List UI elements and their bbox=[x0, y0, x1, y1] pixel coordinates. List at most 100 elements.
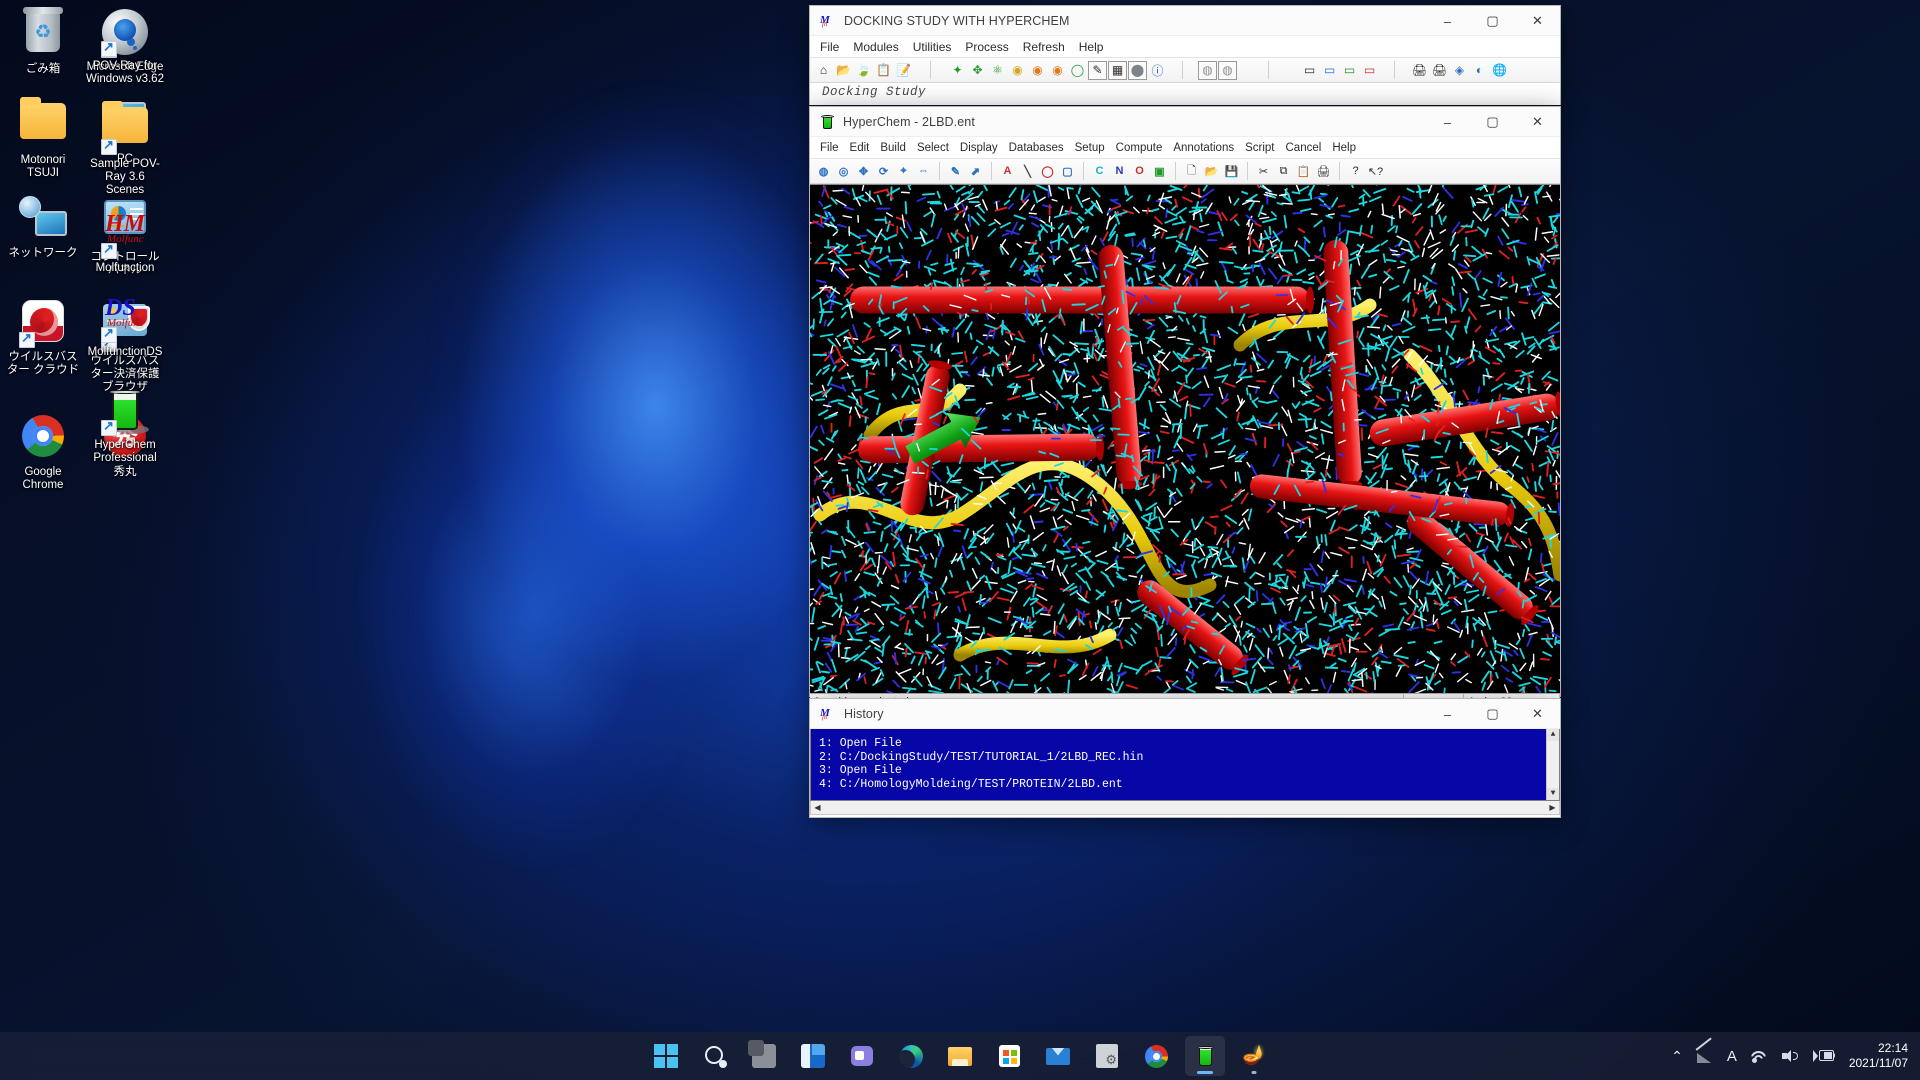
globe-web-icon[interactable]: 🌐 bbox=[1490, 61, 1509, 80]
volume-icon[interactable] bbox=[1781, 1049, 1799, 1063]
docking-menubar[interactable]: File Modules Utilities Process Refresh Help bbox=[810, 36, 1560, 57]
hyperchem-window-controls[interactable]: – ▢ ✕ bbox=[1425, 107, 1560, 137]
docking-toolbar[interactable]: ⌂ 📂 🍃 📋 📝 ✦ ✥ ⚛ ◉ ◉ ◉ ◯ ✎ ▦ ⬤ ⓘ ◍ ◍ ▭ ▭ ▭ ▭ 🖨 🖨 ◈ ◐ 🌐 bbox=[810, 57, 1560, 83]
sphere-orange-icon[interactable]: ◉ bbox=[1028, 61, 1047, 80]
history-window-controls[interactable]: – ▢ ✕ bbox=[1425, 699, 1560, 729]
task-view-button[interactable] bbox=[744, 1036, 784, 1076]
blocks-icon[interactable]: ▦ bbox=[1108, 60, 1127, 80]
ring-empty-icon[interactable]: ◯ bbox=[1068, 61, 1087, 80]
widgets-button[interactable] bbox=[793, 1036, 833, 1076]
ring-icon[interactable]: ◯ bbox=[1038, 162, 1057, 181]
square-icon[interactable]: ▢ bbox=[1058, 162, 1077, 181]
mail-button[interactable] bbox=[1038, 1036, 1078, 1076]
folder-red-icon[interactable]: ▭ bbox=[1360, 61, 1379, 80]
desktop-icon-trash[interactable]: ごみ箱 bbox=[2, 7, 84, 76]
paste-icon[interactable]: 📋 bbox=[1294, 162, 1313, 181]
docking-study-window[interactable]: M fn DOCKING STUDY WITH HYPERCHEM – ▢ ✕ … bbox=[809, 5, 1561, 105]
rotate-xy-icon[interactable]: ◍ bbox=[814, 162, 833, 181]
history-log[interactable]: 1: Open File 2: C:/DockingStudy/TEST/TUTO… bbox=[810, 729, 1560, 801]
taskbar-clock[interactable]: 22:14 2021/11/07 bbox=[1849, 1041, 1908, 1071]
cut-icon[interactable]: ✂ bbox=[1254, 162, 1273, 181]
hyperchem-menu-help[interactable]: Help bbox=[1332, 142, 1356, 154]
print-icon[interactable]: 🖨 bbox=[1410, 61, 1429, 80]
history-horizontal-scrollbar[interactable]: ◀ ▶ bbox=[810, 801, 1560, 815]
chat-button[interactable] bbox=[842, 1036, 882, 1076]
new-file-icon[interactable]: 🗋 bbox=[1182, 162, 1201, 181]
history-vertical-scrollbar[interactable]: ▲ ▼ bbox=[1546, 729, 1559, 800]
notes-icon[interactable]: 📋 bbox=[874, 61, 893, 80]
docking-menu-refresh[interactable]: Refresh bbox=[1023, 40, 1065, 54]
layers-icon[interactable]: ◈ bbox=[1450, 61, 1469, 80]
desktop-icon-folder[interactable]: Sample POV-Ray 3.6 Scenes bbox=[84, 100, 166, 197]
hyperchem-menu-build[interactable]: Build bbox=[880, 142, 906, 154]
microsoft-store-button[interactable] bbox=[989, 1036, 1029, 1076]
rotate-z-icon[interactable]: ◎ bbox=[834, 162, 853, 181]
show-hidden-icons-button[interactable]: ⌃ bbox=[1671, 1048, 1683, 1065]
folder-blue-icon[interactable]: ▭ bbox=[1320, 61, 1339, 80]
desktop-icon-net[interactable]: ネットワーク bbox=[2, 194, 84, 260]
search-button[interactable] bbox=[695, 1036, 735, 1076]
desktop-icon-folder[interactable]: Motonori TSUJI bbox=[2, 96, 84, 180]
wifi-icon[interactable] bbox=[1750, 1050, 1768, 1063]
hyperchem-menu-databases[interactable]: Databases bbox=[1009, 142, 1064, 154]
desktop-icon-ds[interactable]: DSMolfunc MolfunctionDS bbox=[84, 293, 166, 359]
docking-minimize-button[interactable]: – bbox=[1425, 6, 1470, 36]
hyperchem-menu-file[interactable]: File bbox=[820, 142, 839, 154]
hyperchem-menu-select[interactable]: Select bbox=[917, 142, 949, 154]
desktop-icon-tm[interactable]: ウイルスバスター クラウド bbox=[2, 297, 84, 377]
atom-n-icon[interactable]: N bbox=[1110, 162, 1129, 181]
docking-close-button[interactable]: ✕ bbox=[1515, 6, 1560, 36]
hyperchem-menu-setup[interactable]: Setup bbox=[1075, 142, 1105, 154]
folder-white-icon[interactable]: ▭ bbox=[1300, 61, 1319, 80]
hyperchem-titlebar[interactable]: HyperChem - 2LBD.ent – ▢ ✕ bbox=[810, 107, 1560, 137]
desktop-icon-chrome[interactable]: Google Chrome bbox=[2, 412, 84, 492]
molecule-viewport[interactable] bbox=[810, 184, 1560, 693]
printer2-icon[interactable]: 🖨 bbox=[1430, 61, 1449, 80]
text-label-icon[interactable]: A bbox=[998, 162, 1017, 181]
history-maximize-button[interactable]: ▢ bbox=[1470, 699, 1515, 729]
atom-custom-icon[interactable]: ▣ bbox=[1150, 162, 1169, 181]
print-icon[interactable]: 🖨 bbox=[1314, 162, 1333, 181]
scroll-right-arrow-icon[interactable]: ▶ bbox=[1546, 803, 1559, 812]
ime-mode-icon[interactable]: A bbox=[1727, 1048, 1737, 1065]
scroll-down-arrow-icon[interactable]: ▼ bbox=[1547, 788, 1559, 800]
docking-window-controls[interactable]: – ▢ ✕ bbox=[1425, 6, 1560, 36]
molecule-green-icon[interactable]: ✦ bbox=[948, 61, 967, 80]
hyperchem-menu-display[interactable]: Display bbox=[960, 142, 998, 154]
desktop-icon-beaker[interactable]: HyperChem Professional bbox=[84, 387, 166, 465]
hyperchem-minimize-button[interactable]: – bbox=[1425, 107, 1470, 137]
hyperchem-window[interactable]: HyperChem - 2LBD.ent – ▢ ✕ File Edit Build… bbox=[809, 106, 1561, 710]
settings-button[interactable] bbox=[1087, 1036, 1127, 1076]
molecule-axis-icon[interactable]: ✥ bbox=[968, 61, 987, 80]
translate-xy-icon[interactable]: ✥ bbox=[854, 162, 873, 181]
clip-icon[interactable]: ⇔ bbox=[914, 162, 933, 181]
folder-green-icon[interactable]: ▭ bbox=[1340, 61, 1359, 80]
taskbar-app-area[interactable]: 🪔 bbox=[646, 1036, 1274, 1076]
edit-doc-icon[interactable]: 📝 bbox=[894, 61, 913, 80]
history-minimize-button[interactable]: – bbox=[1425, 699, 1470, 729]
render-gray2-icon[interactable]: ◍ bbox=[1218, 60, 1237, 80]
hyperchem-toolbar[interactable]: ◍ ◎ ✥ ⟳ ⌖ ⇔ ✎ ⬈ A ╲ ◯ ▢ C N O ▣ 🗋 📂 💾 ✂ ⧉ 📋 🖨? ↖? bbox=[810, 158, 1560, 184]
start-button[interactable] bbox=[646, 1036, 686, 1076]
sphere-multi-icon[interactable]: ◉ bbox=[1048, 61, 1067, 80]
docking-menu-file[interactable]: File bbox=[820, 40, 839, 54]
docking-menu-utilities[interactable]: Utilities bbox=[913, 40, 952, 54]
hyperchem-maximize-button[interactable]: ▢ bbox=[1470, 107, 1515, 137]
zoom-icon[interactable]: ⌖ bbox=[894, 162, 913, 181]
molfunction-button[interactable]: 🪔 bbox=[1234, 1036, 1274, 1076]
chrome-button[interactable] bbox=[1136, 1036, 1176, 1076]
history-close-button[interactable]: ✕ bbox=[1515, 699, 1560, 729]
translate-z-icon[interactable]: ⟳ bbox=[874, 162, 893, 181]
home-icon[interactable]: ⌂ bbox=[814, 61, 833, 80]
bond-icon[interactable]: ╲ bbox=[1018, 162, 1037, 181]
docking-menu-modules[interactable]: Modules bbox=[853, 40, 898, 54]
globe-blue-icon[interactable]: ◐ bbox=[1470, 61, 1489, 80]
save-file-icon[interactable]: 💾 bbox=[1222, 162, 1241, 181]
docking-menu-help[interactable]: Help bbox=[1079, 40, 1104, 54]
history-window[interactable]: M fn History – ▢ ✕ 1: Open File 2: C:/Doc… bbox=[809, 698, 1561, 818]
gray-sphere-icon[interactable]: ⬤ bbox=[1128, 60, 1147, 80]
atom-o-icon[interactable]: O bbox=[1130, 162, 1149, 181]
history-titlebar[interactable]: M fn History – ▢ ✕ bbox=[810, 699, 1560, 729]
docking-study-titlebar[interactable]: M fn DOCKING STUDY WITH HYPERCHEM – ▢ ✕ bbox=[810, 6, 1560, 36]
select-tool-icon[interactable]: ⬈ bbox=[966, 162, 985, 181]
